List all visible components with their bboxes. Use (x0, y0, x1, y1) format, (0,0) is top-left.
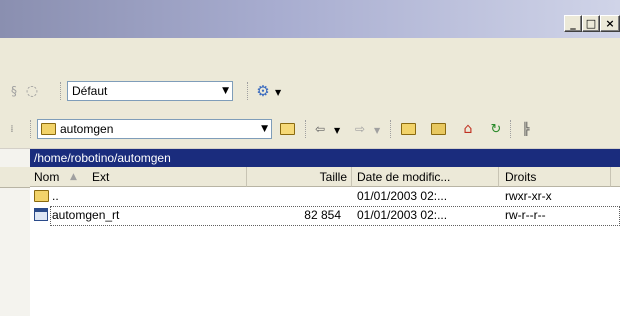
transfer-settings-icon[interactable]: ⚙ (253, 81, 273, 101)
home-icon[interactable]: ⌂ (458, 119, 478, 139)
left-pane-header (0, 167, 30, 188)
toolbar-grip[interactable] (510, 120, 514, 138)
toolbar-profile: § ◌ Défaut ▼ ⚙ ▼ (0, 72, 620, 110)
open-folder-icon[interactable] (277, 119, 297, 139)
toolbar-grip[interactable] (60, 82, 64, 100)
tree-view-icon[interactable]: ╠ (516, 119, 536, 139)
chevron-down-icon[interactable]: ▼ (374, 126, 380, 135)
folder-icon (41, 123, 56, 135)
minimize-button[interactable]: _ (564, 15, 582, 32)
title-bar (0, 0, 620, 38)
sort-ascending-icon: ▲ (70, 172, 77, 182)
partial-icon: § (11, 84, 17, 98)
close-button[interactable]: × (600, 15, 620, 32)
list-item[interactable]: automgen_rt 82 854 01/01/2003 02:... rw-… (30, 206, 620, 226)
maximize-button[interactable]: □ (582, 15, 600, 32)
chevron-down-icon: ▼ (222, 86, 229, 96)
root-folder-icon[interactable] (428, 119, 448, 139)
menu-bar (0, 38, 620, 72)
profile-select[interactable]: Défaut ▼ (67, 81, 233, 101)
toolbar-grip[interactable] (390, 120, 394, 138)
refresh-icon[interactable]: ↻ (486, 119, 506, 139)
column-header-date[interactable]: Date de modific... (352, 167, 499, 187)
parent-folder-icon (34, 190, 49, 202)
chevron-down-icon[interactable]: ▼ (334, 126, 340, 135)
column-header-size[interactable]: Taille (247, 167, 352, 187)
toolbar-grip[interactable] (30, 120, 34, 138)
chevron-down-icon[interactable]: ▼ (275, 88, 281, 97)
parent-folder-icon[interactable] (398, 119, 418, 139)
column-header-name[interactable]: Nom ▲ Ext (30, 167, 247, 187)
refresh-disabled-icon[interactable]: ◌ (22, 81, 42, 101)
executable-file-icon (34, 208, 48, 221)
forward-arrow-icon[interactable]: ⇨ (350, 119, 370, 139)
list-item[interactable]: .. 01/01/2003 02:... rwxr-xr-x (30, 187, 620, 206)
toolbar-navigation: ⁞ automgen ▼ ⇦ ▼ ⇨ ▼ ⌂ ↻ ╠ (0, 110, 620, 149)
column-header-filler (611, 167, 620, 187)
column-header-rights[interactable]: Droits (499, 167, 611, 187)
partial-icon: ⁞ (10, 123, 14, 135)
location-select[interactable]: automgen ▼ (37, 119, 272, 139)
file-list[interactable]: Nom ▲ Ext Taille Date de modific... Droi… (30, 167, 620, 316)
toolbar-grip[interactable] (305, 120, 309, 138)
toolbar-grip[interactable] (247, 82, 251, 100)
chevron-down-icon: ▼ (261, 124, 268, 134)
current-path-bar: /home/robotino/automgen (30, 149, 620, 167)
back-arrow-icon[interactable]: ⇦ (310, 119, 330, 139)
left-pane[interactable] (0, 149, 31, 316)
